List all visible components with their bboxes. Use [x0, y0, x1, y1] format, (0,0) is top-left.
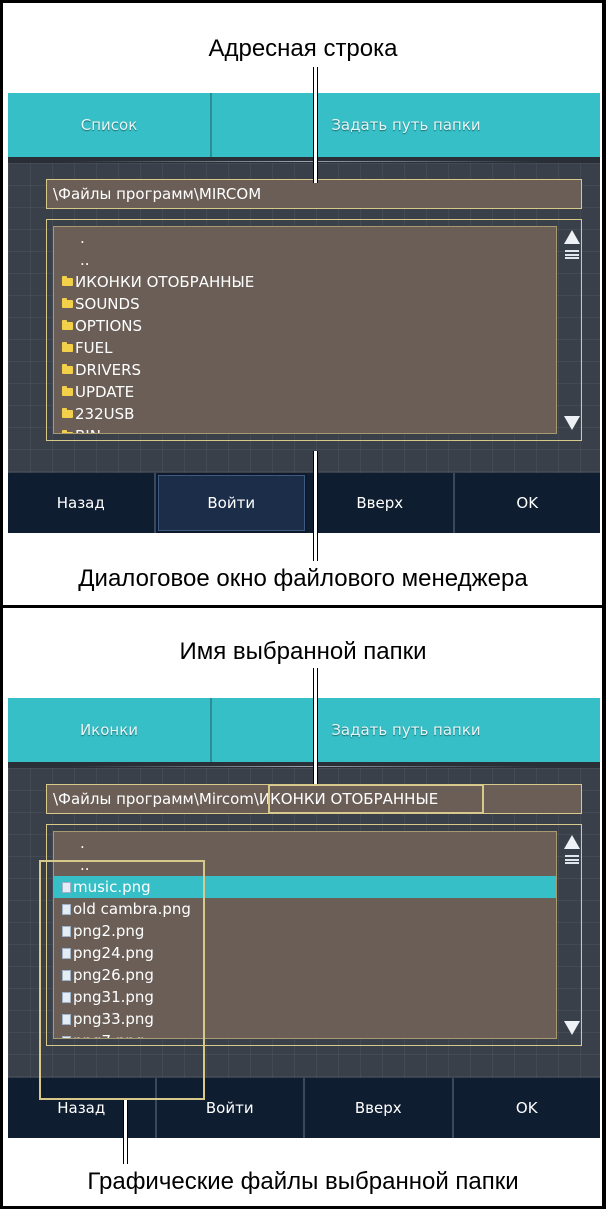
back-button[interactable]: Назад: [8, 473, 156, 533]
folder-item[interactable]: FUEL: [54, 337, 556, 359]
scroll-down-icon[interactable]: [564, 416, 580, 430]
item-label: .: [80, 229, 85, 247]
file-list-frame: ... ИКОНКИ ОТОБРАННЫЕ SOUNDS OPTIONS FUEL DRI…: [46, 219, 582, 441]
tab-icons[interactable]: Иконки: [8, 698, 212, 762]
tab-bar: Список Задать путь папки: [8, 93, 600, 157]
folder-item[interactable]: BIN: [54, 425, 556, 433]
scroll-down-icon[interactable]: [564, 1021, 580, 1035]
folder-item[interactable]: ИКОНКИ ОТОБРАННЫЕ: [54, 271, 556, 293]
folder-icon: [62, 342, 73, 352]
item-label: DRIVERS: [75, 361, 142, 379]
folder-item[interactable]: 232USB: [54, 403, 556, 425]
leader-line-dialog: [313, 451, 318, 561]
divider: [68, 161, 540, 162]
parent-dir-item[interactable]: ..: [54, 249, 556, 271]
item-label: SOUNDS: [75, 295, 140, 313]
folder-icon: [62, 298, 73, 308]
scroll-grip-icon[interactable]: [565, 250, 579, 259]
folder-icon: [62, 408, 73, 418]
item-label: OPTIONS: [75, 317, 142, 335]
highlight-graphic-files: [39, 860, 205, 1100]
parent-dir-item[interactable]: .: [54, 832, 556, 854]
folder-item[interactable]: OPTIONS: [54, 315, 556, 337]
enter-button[interactable]: Войти: [157, 475, 305, 531]
ok-button[interactable]: OK: [453, 1078, 600, 1138]
address-path-prefix: \Файлы программ\Mircom: [53, 790, 254, 808]
up-button[interactable]: Вверх: [307, 473, 455, 533]
folder-icon: [62, 430, 73, 433]
item-label: .: [80, 834, 85, 852]
panel-address-bar: Адресная строка Диалоговое окно файловог…: [0, 0, 606, 608]
scrollbar[interactable]: [563, 831, 581, 1039]
file-list[interactable]: ... ИКОНКИ ОТОБРАННЫЕ SOUNDS OPTIONS FUEL DRI…: [53, 226, 557, 434]
file-manager-screen: Список Задать путь папки \Файлы программ…: [8, 93, 600, 533]
caption-graphic-files: Графические файлы выбранной папки: [87, 1168, 519, 1195]
item-label: ..: [80, 251, 90, 269]
leader-line-folder-name: [313, 668, 318, 784]
caption-file-manager-dialog: Диалоговое окно файлового менеджера: [78, 565, 528, 592]
scrollbar[interactable]: [563, 226, 581, 434]
up-button[interactable]: Вверх: [305, 1078, 454, 1138]
highlight-folder-name: [268, 784, 484, 814]
folder-icon: [62, 276, 73, 286]
scroll-up-icon[interactable]: [564, 230, 580, 244]
folder-item[interactable]: SOUNDS: [54, 293, 556, 315]
folder-item[interactable]: DRIVERS: [54, 359, 556, 381]
scroll-up-icon[interactable]: [564, 835, 580, 849]
leader-line-address: [313, 67, 318, 183]
address-bar[interactable]: \Файлы программ\MIRCOM: [46, 179, 582, 209]
tab-bar: Иконки Задать путь папки: [8, 698, 600, 762]
divider: [68, 766, 540, 767]
folder-icon: [62, 386, 73, 396]
tab-list[interactable]: Список: [8, 93, 212, 157]
leader-line-graphic-files: [123, 1100, 128, 1164]
scroll-grip-icon[interactable]: [565, 855, 579, 864]
tab-set-folder-path[interactable]: Задать путь папки: [212, 698, 600, 762]
address-path: \Файлы программ\MIRCOM: [53, 185, 262, 203]
panel-selected-folder: Имя выбранной папки Графические файлы вы…: [0, 605, 606, 1209]
button-bar: Назад Войти Вверх OK: [8, 473, 600, 533]
item-label: 232USB: [75, 405, 135, 423]
parent-dir-item[interactable]: .: [54, 227, 556, 249]
caption-selected-folder-name: Имя выбранной папки: [179, 638, 427, 665]
item-label: BIN: [75, 425, 101, 433]
folder-icon: [62, 320, 73, 330]
item-label: ИКОНКИ ОТОБРАННЫЕ: [75, 273, 255, 291]
item-label: FUEL: [75, 339, 113, 357]
folder-icon: [62, 364, 73, 374]
item-label: UPDATE: [75, 383, 135, 401]
caption-address-bar: Адресная строка: [208, 35, 398, 62]
ok-button[interactable]: OK: [454, 473, 600, 533]
folder-item[interactable]: UPDATE: [54, 381, 556, 403]
tab-set-folder-path[interactable]: Задать путь папки: [212, 93, 600, 157]
